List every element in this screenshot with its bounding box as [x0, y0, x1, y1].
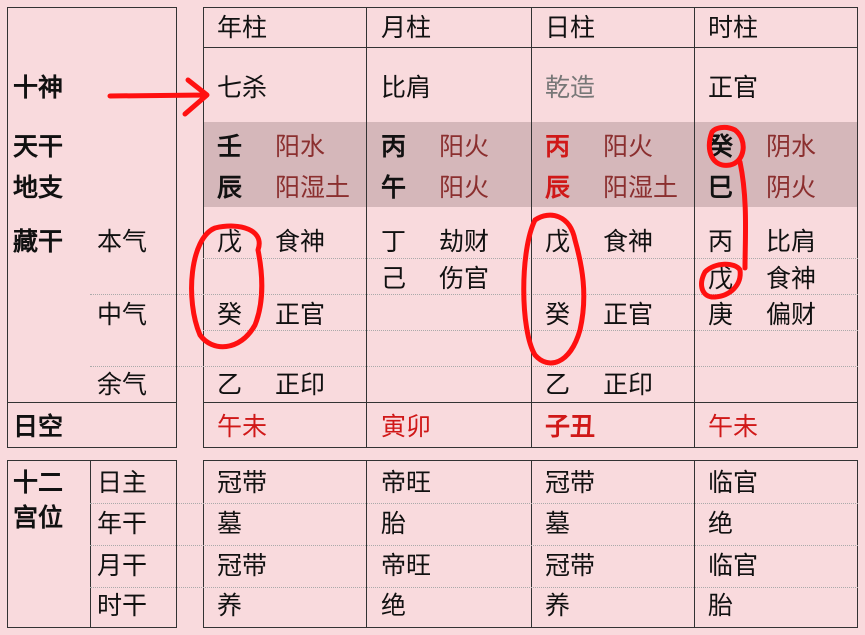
palace-value: 冠带: [217, 551, 268, 580]
hidden-stem-god: 伤官: [439, 264, 490, 293]
palace-value: 养: [545, 591, 571, 620]
palace-value: 冠带: [545, 551, 596, 580]
palace-title-2: 宫位: [13, 503, 64, 532]
shishen-value: 七杀: [217, 73, 268, 102]
hidden-stem: 戊: [708, 264, 734, 293]
palace-value: 胎: [708, 591, 734, 620]
palace-row-label: 月干: [97, 551, 148, 580]
shishen-value: 正官: [708, 73, 759, 102]
hidden-stem: 戊: [545, 227, 571, 256]
hidden-stem: 己: [381, 264, 407, 293]
stem-element: 阴水: [766, 132, 817, 161]
stem-element: 阳水: [275, 132, 326, 161]
rikong-value: 子丑: [545, 412, 596, 441]
heavenly-stem: 丙: [545, 132, 571, 161]
branch-element: 阳火: [439, 173, 490, 202]
col-divider: [531, 460, 532, 628]
shishen-value: 乾造: [545, 73, 596, 102]
earthly-branch: 巳: [708, 173, 734, 202]
rikong-value: 午未: [708, 412, 759, 441]
palace-value: 帝旺: [381, 468, 432, 497]
branch-element: 阴火: [766, 173, 817, 202]
hidden-stem-god: 正印: [275, 370, 326, 399]
hidden-stem: 癸: [545, 300, 571, 329]
label-yuqi: 余气: [97, 370, 148, 399]
col-divider: [366, 7, 367, 448]
palace-value: 冠带: [217, 468, 268, 497]
heavenly-stem: 癸: [708, 132, 734, 161]
palace-row-label: 时干: [97, 591, 148, 620]
earthly-branch: 午: [381, 173, 407, 202]
palace-value: 临官: [708, 468, 759, 497]
hidden-stem: 丁: [381, 227, 407, 256]
hidden-stem: 庚: [708, 300, 734, 329]
hidden-stem-god: 正官: [603, 300, 654, 329]
palace-row-label: 年干: [97, 509, 148, 538]
label-canggan: 藏干: [13, 227, 64, 256]
palace-value: 冠带: [545, 468, 596, 497]
dotted-divider: [90, 294, 858, 295]
dotted-divider: [90, 503, 858, 504]
dotted-divider: [90, 366, 858, 367]
label-shishen: 十神: [13, 73, 64, 102]
label-dizhi: 地支: [13, 173, 64, 202]
hidden-stem-god: 正官: [275, 300, 326, 329]
pillar-header: 日柱: [545, 13, 596, 42]
palace-value: 临官: [708, 551, 759, 580]
branch-element: 阳湿土: [275, 173, 351, 202]
palace-value: 墓: [217, 509, 243, 538]
shishen-value: 比肩: [381, 73, 432, 102]
heavenly-stem: 壬: [217, 132, 243, 161]
gap: [177, 402, 203, 403]
hidden-stem-god: 比肩: [766, 227, 817, 256]
palace-row-label: 日主: [97, 468, 148, 497]
palace-value: 养: [217, 591, 243, 620]
earthly-branch: 辰: [545, 173, 571, 202]
stem-element: 阳火: [439, 132, 490, 161]
col-divider: [694, 7, 695, 448]
heavenly-stem: 丙: [381, 132, 407, 161]
hidden-stem-god: 食神: [603, 227, 654, 256]
rikong-value: 午未: [217, 412, 268, 441]
hidden-stem: 戊: [217, 227, 243, 256]
pillar-header: 时柱: [708, 13, 759, 42]
palace-value: 绝: [708, 509, 734, 538]
col-divider: [694, 460, 695, 628]
col-divider: [366, 460, 367, 628]
hidden-stem-god: 食神: [766, 264, 817, 293]
label-tiangan: 天干: [13, 132, 64, 161]
dotted-divider: [90, 587, 858, 588]
pillar-header: 年柱: [217, 13, 268, 42]
hidden-stem-god: 劫财: [439, 227, 490, 256]
dotted-divider: [90, 545, 858, 546]
label-rikong: 日空: [13, 412, 64, 441]
hidden-stem-god: 偏财: [766, 300, 817, 329]
hidden-stem-god: 正印: [603, 370, 654, 399]
palace-title-1: 十二: [13, 468, 64, 497]
pillar-header: 月柱: [381, 13, 432, 42]
col-divider: [531, 7, 532, 448]
col-divider: [90, 460, 91, 628]
palace-value: 绝: [381, 591, 407, 620]
hidden-stem: 乙: [545, 370, 571, 399]
branch-element: 阳湿土: [603, 173, 679, 202]
label-benqi: 本气: [97, 227, 148, 256]
hidden-stem: 丙: [708, 227, 734, 256]
palace-value: 墓: [545, 509, 571, 538]
palace-value: 胎: [381, 509, 407, 538]
earthly-branch: 辰: [217, 173, 243, 202]
rikong-value: 寅卯: [381, 412, 432, 441]
hidden-stem: 癸: [217, 300, 243, 329]
divider: [7, 402, 858, 403]
palace-value: 帝旺: [381, 551, 432, 580]
hidden-stem: 乙: [217, 370, 243, 399]
hidden-stem-god: 食神: [275, 227, 326, 256]
label-zhongqi: 中气: [97, 300, 148, 329]
stem-element: 阳火: [603, 132, 654, 161]
